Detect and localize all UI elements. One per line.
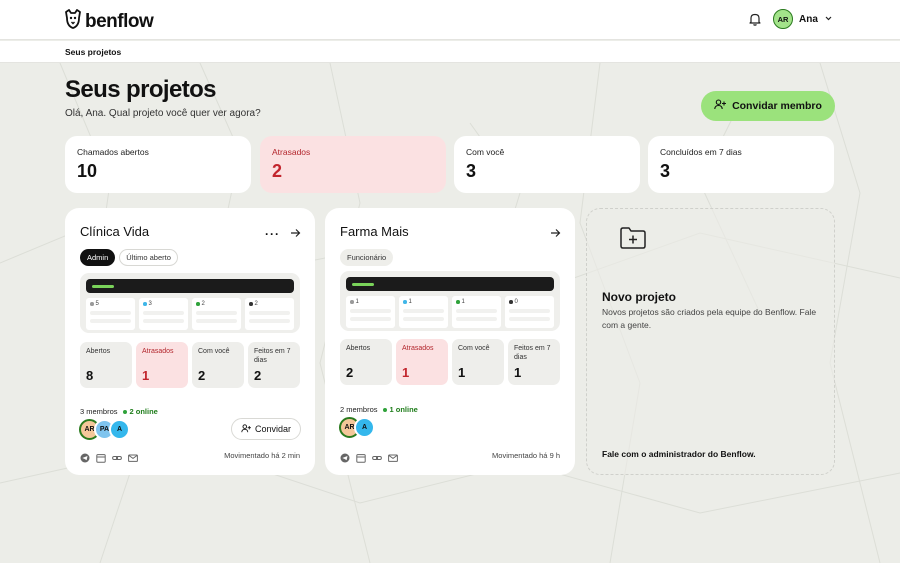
member-avatars[interactable]: AR PA A <box>79 419 130 440</box>
preview-count: 2 <box>254 301 258 307</box>
last-moved-time: Movimentado há 2 min <box>224 451 300 460</box>
stat-value: 10 <box>77 161 98 181</box>
mini-stat-overdue: Atrasados 1 <box>396 339 448 385</box>
breadcrumb-item[interactable]: Seus projetos <box>65 47 121 57</box>
stat-value: 3 <box>660 161 671 181</box>
preview-count: 1 <box>461 299 465 305</box>
preview-count: 5 <box>95 301 99 307</box>
more-options-icon[interactable]: ··· <box>265 228 280 240</box>
online-count: 2 online <box>129 407 158 416</box>
new-project-description: Novos projetos são criados pela equipe d… <box>602 307 817 330</box>
top-bar: benflow AR Ana <box>0 0 900 40</box>
members-count: 2 membros <box>340 405 378 414</box>
mini-stat-open: Abertos 8 <box>80 342 132 388</box>
stat-open-tickets[interactable]: Chamados abertos 10 <box>65 136 251 193</box>
stat-label: Concluídos em 7 dias <box>660 147 742 157</box>
stat-with-you[interactable]: Com você 3 <box>454 136 640 193</box>
preview-count: 2 <box>201 301 205 307</box>
mail-icon[interactable] <box>388 450 398 468</box>
mail-icon[interactable] <box>128 450 138 468</box>
page-subtitle: Olá, Ana. Qual projeto você quer ver ago… <box>65 108 261 119</box>
preview-count: 1 <box>408 299 412 305</box>
calendar-icon[interactable] <box>356 450 366 468</box>
last-moved-time: Movimentado há 9 h <box>492 451 560 460</box>
stat-value: 2 <box>272 161 283 181</box>
board-preview: 5 3 2 2 <box>80 273 300 333</box>
user-avatar: AR <box>773 9 793 29</box>
notifications-bell-icon[interactable] <box>748 12 762 31</box>
online-count: 1 online <box>389 405 418 414</box>
preview-count: 3 <box>148 301 152 307</box>
avatar: A <box>354 417 375 438</box>
mini-stat-with-you: Com você 1 <box>452 339 504 385</box>
calendar-icon[interactable] <box>96 450 106 468</box>
breadcrumb: Seus projetos <box>0 41 900 63</box>
invite-label: Convidar <box>254 424 291 434</box>
arrow-right-icon[interactable] <box>290 225 301 243</box>
brand-name: benflow <box>85 10 154 32</box>
folder-plus-icon <box>620 227 646 254</box>
stat-overdue[interactable]: Atrasados 2 <box>260 136 446 193</box>
stat-completed-7-days[interactable]: Concluídos em 7 dias 3 <box>648 136 834 193</box>
new-project-footer: Fale com o administrador do Benflow. <box>602 449 756 459</box>
board-preview: 1 1 1 0 <box>340 271 560 331</box>
project-card-clinica-vida[interactable]: Clínica Vida ··· Admin Último aberto 5 3… <box>65 208 315 475</box>
preview-count: 0 <box>514 299 518 305</box>
members-summary: 2 membros 1 online <box>340 405 418 414</box>
logo-icon <box>64 9 82 34</box>
invite-button[interactable]: Convidar <box>230 418 301 440</box>
new-project-title: Novo projeto <box>602 290 676 304</box>
role-badge: Funcionário <box>340 249 394 266</box>
brand-logo[interactable]: benflow <box>64 9 154 34</box>
preview-count: 1 <box>355 299 359 305</box>
chevron-down-icon <box>824 10 833 28</box>
last-opened-badge: Último aberto <box>119 249 178 266</box>
user-plus-icon <box>241 423 251 435</box>
stat-label: Com você <box>466 147 505 157</box>
avatar: A <box>109 419 130 440</box>
arrow-right-icon[interactable] <box>550 225 561 243</box>
new-project-card: Novo projeto Novos projetos são criados … <box>586 208 835 475</box>
project-name: Clínica Vida <box>80 224 150 239</box>
link-icon[interactable] <box>372 450 382 468</box>
invite-member-label: Convidar membro <box>732 100 822 112</box>
user-plus-icon <box>714 99 727 113</box>
link-icon[interactable] <box>112 450 122 468</box>
mini-stat-with-you: Com você 2 <box>192 342 244 388</box>
member-avatars[interactable]: AR A <box>339 417 375 438</box>
members-summary: 3 membros 2 online <box>80 407 158 416</box>
telegram-icon[interactable] <box>80 450 90 468</box>
mini-stat-done-7-days: Feitos em 7 dias 1 <box>508 339 560 385</box>
members-count: 3 membros <box>80 407 118 416</box>
user-menu[interactable]: AR Ana <box>773 9 833 29</box>
project-card-farma-mais[interactable]: Farma Mais Funcionário 1 1 1 0 Abertos 2 … <box>325 208 575 475</box>
invite-member-button[interactable]: Convidar membro <box>701 91 835 121</box>
mini-stat-open: Abertos 2 <box>340 339 392 385</box>
mini-stat-done-7-days: Feitos em 7 dias 2 <box>248 342 300 388</box>
online-dot-icon <box>122 409 127 414</box>
online-dot-icon <box>382 407 387 412</box>
stat-label: Atrasados <box>272 147 311 157</box>
project-name: Farma Mais <box>340 224 409 239</box>
user-name: Ana <box>799 13 818 25</box>
telegram-icon[interactable] <box>340 450 350 468</box>
role-badge: Admin <box>80 249 116 266</box>
page-title: Seus projetos <box>65 76 217 103</box>
stat-value: 3 <box>466 161 477 181</box>
mini-stat-overdue: Atrasados 1 <box>136 342 188 388</box>
stat-label: Chamados abertos <box>77 147 149 157</box>
